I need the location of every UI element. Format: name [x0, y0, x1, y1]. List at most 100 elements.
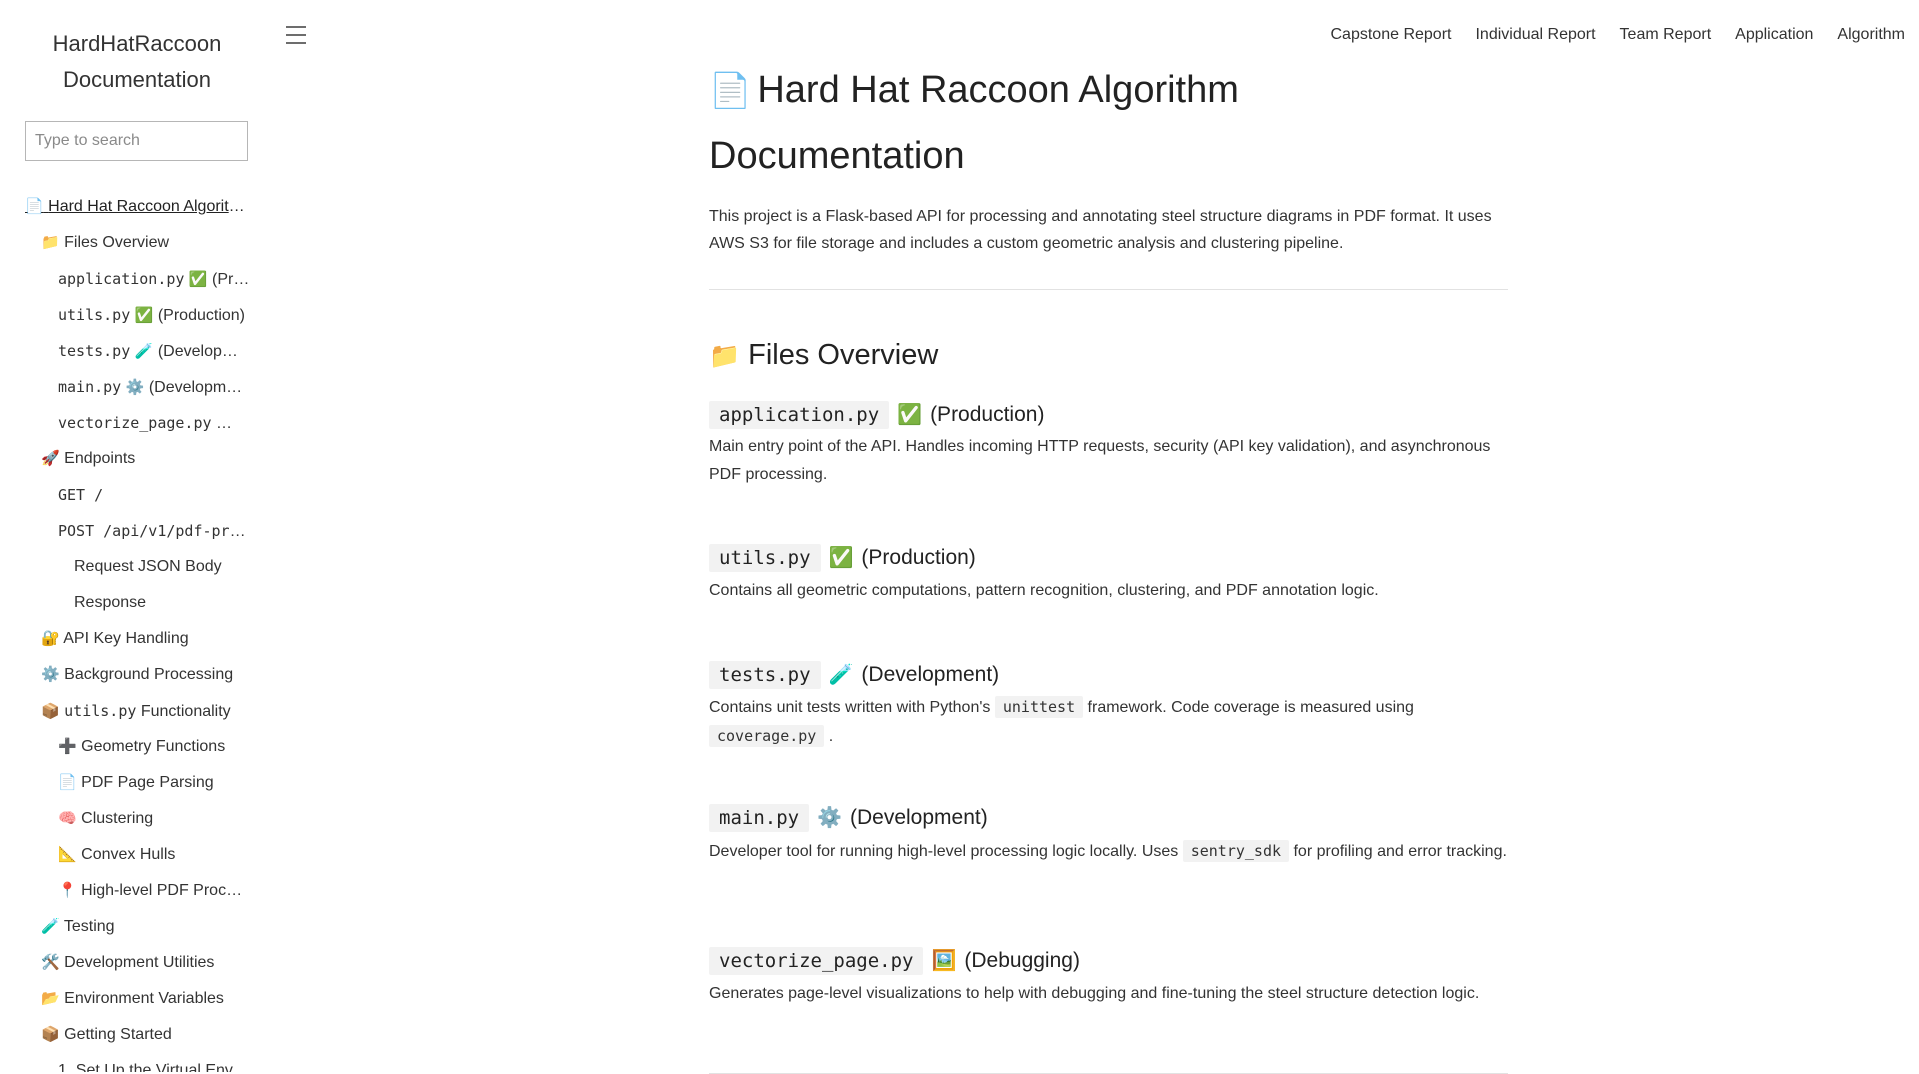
toc-item-label: High-level PDF Processing [81, 882, 250, 899]
toc-item[interactable]: utils.py ✅ (Production) [25, 297, 250, 333]
file-description: Contains unit tests written with Python'… [709, 693, 1509, 751]
check-icon: ✅ [828, 547, 854, 569]
toc-item[interactable]: ➕ Geometry Functions [25, 729, 250, 765]
toc-item-label: Development Utilities [64, 954, 215, 971]
text-segment: for profiling and error tracking. [1289, 843, 1507, 860]
toc-item[interactable]: ⚙️ Background Processing [25, 657, 250, 693]
toc-item-label: Hard Hat Raccoon Algorithm Documentation [48, 198, 250, 215]
toc-item-code: tests.py [58, 342, 131, 360]
file-description: Generates page-level visualizations to h… [709, 980, 1509, 1008]
test-tube-icon: 🧪 [134, 343, 154, 360]
toc-item[interactable]: 🛠️ Development Utilities [25, 945, 250, 981]
package-icon: 📦 [41, 703, 60, 720]
toc-item-label: Files Overview [64, 234, 170, 251]
document-icon: 📄 [709, 72, 752, 110]
text-segment: Contains all geometric computations, pat… [709, 582, 1379, 599]
lock-icon: 🔐 [41, 630, 60, 647]
text-segment: Contains unit tests written with Python'… [709, 699, 995, 716]
toc-item[interactable]: 📐 Convex Hulls [25, 837, 250, 873]
toc-item[interactable]: Request JSON Body [25, 549, 250, 585]
toc-item-code: application.py [58, 270, 185, 288]
file-tag: (Development) [849, 806, 988, 829]
site-title[interactable]: HardHatRaccoon Documentation [24, 26, 250, 98]
toc-item-label: PDF Page Parsing [81, 774, 214, 791]
search-input[interactable] [25, 121, 248, 161]
toc-item-label: Functionality [140, 703, 231, 720]
toc-item[interactable]: 📄 PDF Page Parsing [25, 765, 250, 801]
nav-link-capstone-report[interactable]: Capstone Report [1331, 24, 1452, 46]
picture-icon: 🖼️ [931, 950, 957, 972]
toc-item[interactable]: 📍 High-level PDF Processing [25, 873, 250, 909]
toc-item-label: Testing [63, 918, 115, 935]
toc-item[interactable]: 📄 Hard Hat Raccoon Algorithm Documentati… [25, 189, 250, 225]
file-name-code: utils.py [709, 544, 821, 572]
gear-icon: ⚙️ [125, 379, 145, 396]
brain-icon: 🧠 [58, 810, 77, 827]
hamburger-menu-icon[interactable] [286, 26, 306, 44]
toc-item-label: Convex Hulls [81, 846, 176, 863]
toc-item-code: utils.py [64, 702, 137, 720]
toc-item[interactable]: 📁 Files Overview [25, 225, 250, 261]
folder-icon: 📁 [709, 342, 741, 370]
toc-item[interactable]: 📂 Environment Variables [25, 981, 250, 1017]
file-name-code: main.py [709, 804, 810, 832]
toc-item-label: (Production) [212, 271, 250, 288]
toc-item[interactable]: POST /api/v1/pdf-processing [25, 513, 250, 549]
file-heading: main.py ⚙️ (Development) [709, 800, 988, 836]
toc-item[interactable]: application.py ✅ (Production) [25, 261, 250, 297]
folder-icon: 📁 [41, 234, 60, 251]
file-heading: tests.py 🧪 (Development) [709, 657, 999, 693]
pin-icon: 📍 [58, 882, 77, 899]
top-nav: Capstone Report Individual Report Team Rep… [1331, 24, 1906, 46]
page-title: 📄 Hard Hat Raccoon Algorithm Documentatio… [709, 58, 1329, 189]
file-name-code: vectorize_page.py [709, 947, 924, 975]
toc-item[interactable]: 🔐 API Key Handling [25, 621, 250, 657]
nav-link-application[interactable]: Application [1735, 24, 1813, 46]
toc-item[interactable]: 🧠 Clustering [25, 801, 250, 837]
site-title-line1[interactable]: HardHatRaccoon [24, 26, 250, 62]
nav-link-team-report[interactable]: Team Report [1620, 24, 1712, 46]
file-heading: application.py ✅ (Production) [709, 397, 1044, 433]
nav-link-algorithm[interactable]: Algorithm [1837, 24, 1905, 46]
toc-item[interactable]: Response [25, 585, 250, 621]
picture-icon: 🖼️ [215, 415, 235, 432]
toc-item-code: main.py [58, 378, 122, 396]
file-name-code: tests.py [709, 661, 821, 689]
toc-item[interactable]: tests.py 🧪 (Development) [25, 333, 250, 369]
file-name-code: application.py [709, 401, 890, 429]
inline-code: sentry_sdk [1182, 840, 1290, 862]
divider [709, 289, 1508, 290]
toc-item[interactable]: 🚀 Endpoints [25, 441, 250, 477]
file-tag: (Production) [930, 403, 1045, 426]
toc-item-code: vectorize_page.py [58, 414, 212, 432]
table-of-contents: 📄 Hard Hat Raccoon Algorithm Documentati… [25, 189, 250, 1072]
toc-item[interactable]: GET / [25, 477, 250, 513]
check-icon: ✅ [897, 404, 923, 426]
toc-item-label: Request JSON Body [74, 558, 222, 575]
file-description: Developer tool for running high-level pr… [709, 837, 1509, 866]
test-tube-icon: 🧪 [828, 664, 854, 686]
intro-paragraph: This project is a Flask-based API for pr… [709, 208, 1492, 252]
text-segment: Generates page-level visualizations to h… [709, 985, 1480, 1002]
inline-code: unittest [994, 696, 1084, 718]
toc-item-code: POST /api/v1/pdf-processing [58, 522, 250, 540]
text-segment: . [824, 728, 834, 745]
file-tag: (Production) [861, 546, 976, 569]
site-title-line2[interactable]: Documentation [24, 62, 250, 98]
toc-item-label: (Production) [157, 307, 245, 324]
toc-item[interactable]: 📦 Getting Started [25, 1017, 250, 1053]
page-title-text: Hard Hat Raccoon Algorithm Documentation [709, 69, 1239, 177]
toc-item-label: (Development) [157, 343, 250, 360]
toc-item[interactable]: 1. Set Up the Virtual Environment [25, 1053, 250, 1072]
toc-item-label: Endpoints [64, 450, 136, 467]
toc-item[interactable]: 📦 utils.py Functionality [25, 693, 250, 729]
file-heading: vectorize_page.py 🖼️ (Debugging) [709, 943, 1080, 979]
toc-item-label: Environment Variables [64, 990, 224, 1007]
toc-item[interactable]: 🧪 Testing [25, 909, 250, 945]
toc-item[interactable]: main.py ⚙️ (Development) [25, 369, 250, 405]
file-heading: utils.py ✅ (Production) [709, 540, 976, 576]
toc-item[interactable]: vectorize_page.py 🖼️ (Debugging) [25, 405, 250, 441]
check-icon: ✅ [188, 271, 208, 288]
nav-link-individual-report[interactable]: Individual Report [1475, 24, 1595, 46]
gear-icon: ⚙️ [817, 807, 842, 829]
